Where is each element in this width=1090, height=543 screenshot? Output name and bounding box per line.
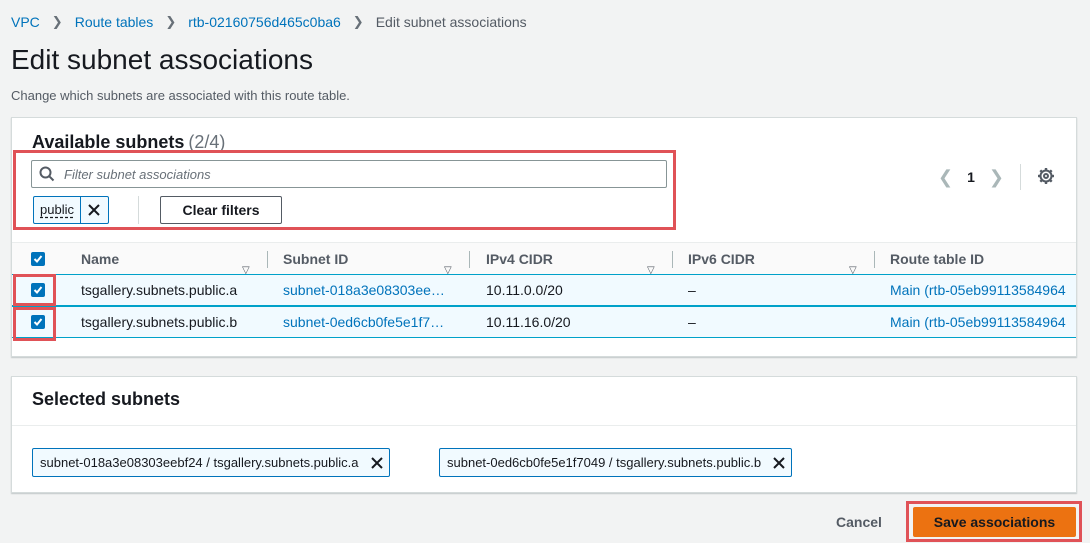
column-header-ipv6-cidr[interactable]: IPv6 CIDR ▽ [688,243,857,276]
cell-ipv6-cidr: – [688,282,696,298]
column-header-subnet-id[interactable]: Subnet ID ▽ [283,243,452,276]
pagination-divider [1019,164,1021,190]
available-subnets-count: (2/4) [188,132,226,152]
column-separator [469,251,470,268]
selected-subnets-title: Selected subnets [32,389,181,409]
available-subnets-heading: Available subnets (2/4) [32,132,225,153]
remove-subnet-close-icon[interactable] [767,449,791,476]
remove-subnet-close-icon[interactable] [365,449,389,476]
breadcrumb-route-table-id[interactable]: rtb-02160756d465c0ba6 [188,14,341,30]
column-header-ipv4-label: IPv4 CIDR [486,251,553,267]
selected-subnet-token: subnet-018a3e08303eebf24 / tsgallery.sub… [32,448,390,477]
select-all-checkbox-checked-icon[interactable] [31,252,45,266]
current-page-number[interactable]: 1 [967,169,975,185]
column-header-ipv6-label: IPv6 CIDR [688,251,755,267]
column-separator [672,251,673,268]
column-header-name-label: Name [81,251,120,267]
panel-divider [12,425,1076,426]
page-title: Edit subnet associations [11,44,313,75]
breadcrumb-separator-icon: ❯ [352,14,364,29]
cell-route-table-link[interactable]: Main (rtb-05eb99113584964 [890,275,1076,305]
cell-route-table-link[interactable]: Main (rtb-05eb99113584964 [890,307,1076,337]
column-header-ipv4-cidr[interactable]: IPv4 CIDR ▽ [486,243,655,276]
table-row[interactable]: tsgallery.subnets.public.b subnet-0ed6cb… [12,306,1076,338]
pagination: ❮ 1 ❯ [938,164,1055,190]
table-row[interactable]: tsgallery.subnets.public.a subnet-018a3e… [12,274,1076,306]
chevron-right-icon[interactable]: ❯ [989,167,1004,188]
cell-ipv4-cidr: 10.11.0.0/20 [486,282,563,298]
cancel-button[interactable]: Cancel [836,514,882,530]
search-icon [32,161,62,187]
save-associations-button[interactable]: Save associations [913,507,1076,537]
filter-token-label: public [40,202,74,217]
table-header: Name ▽ Subnet ID ▽ IPv4 CIDR ▽ IPv6 CIDR ▽ R… [12,242,1076,276]
filter-input-container[interactable] [31,160,667,188]
cell-ipv6-cidr: – [688,314,696,330]
row-checkbox-checked-icon[interactable] [31,283,45,297]
selected-subnet-label: subnet-018a3e08303eebf24 / tsgallery.sub… [40,455,359,470]
cell-subnet-id-link[interactable]: subnet-0ed6cb0fe5e1f7… [283,307,458,337]
column-separator [874,251,875,268]
selected-subnet-label: subnet-0ed6cb0fe5e1f7049 / tsgallery.sub… [447,455,762,470]
selected-subnets-panel: Selected subnets subnet-018a3e08303eebf2… [11,376,1077,493]
column-separator [267,251,268,268]
breadcrumb: VPC ❯ Route tables ❯ rtb-02160756d465c0b… [11,12,527,32]
selected-subnet-token: subnet-0ed6cb0fe5e1f7049 / tsgallery.sub… [439,448,793,477]
cell-name: tsgallery.subnets.public.b [81,314,238,330]
available-subnets-panel: Available subnets(2/4) public Clear filt… [11,117,1077,357]
gear-icon[interactable] [1037,167,1055,188]
breadcrumb-route-tables[interactable]: Route tables [75,14,154,30]
column-header-subnet-id-label: Subnet ID [283,251,349,267]
filter-divider [138,196,139,224]
cell-name: tsgallery.subnets.public.a [81,282,238,298]
column-header-name[interactable]: Name ▽ [81,243,250,276]
row-checkbox-checked-icon[interactable] [31,315,45,329]
remove-filter-close-icon[interactable] [79,197,108,223]
filter-token: public [33,196,109,224]
column-header-route-table-label: Route table ID [890,251,985,267]
available-subnets-title: Available subnets [32,132,185,152]
filter-subnet-input[interactable] [62,165,652,183]
clear-filters-button[interactable]: Clear filters [160,196,282,224]
chevron-left-icon[interactable]: ❮ [938,167,953,188]
column-header-route-table-id[interactable]: Route table ID [890,243,984,276]
breadcrumb-vpc[interactable]: VPC [11,14,40,30]
breadcrumb-separator-icon: ❯ [165,14,177,29]
cell-subnet-id-link[interactable]: subnet-018a3e08303ee… [283,275,458,305]
page-description: Change which subnets are associated with… [11,88,350,103]
breadcrumb-current: Edit subnet associations [375,14,527,30]
breadcrumb-separator-icon: ❯ [51,14,63,29]
cell-ipv4-cidr: 10.11.16.0/20 [486,314,571,330]
